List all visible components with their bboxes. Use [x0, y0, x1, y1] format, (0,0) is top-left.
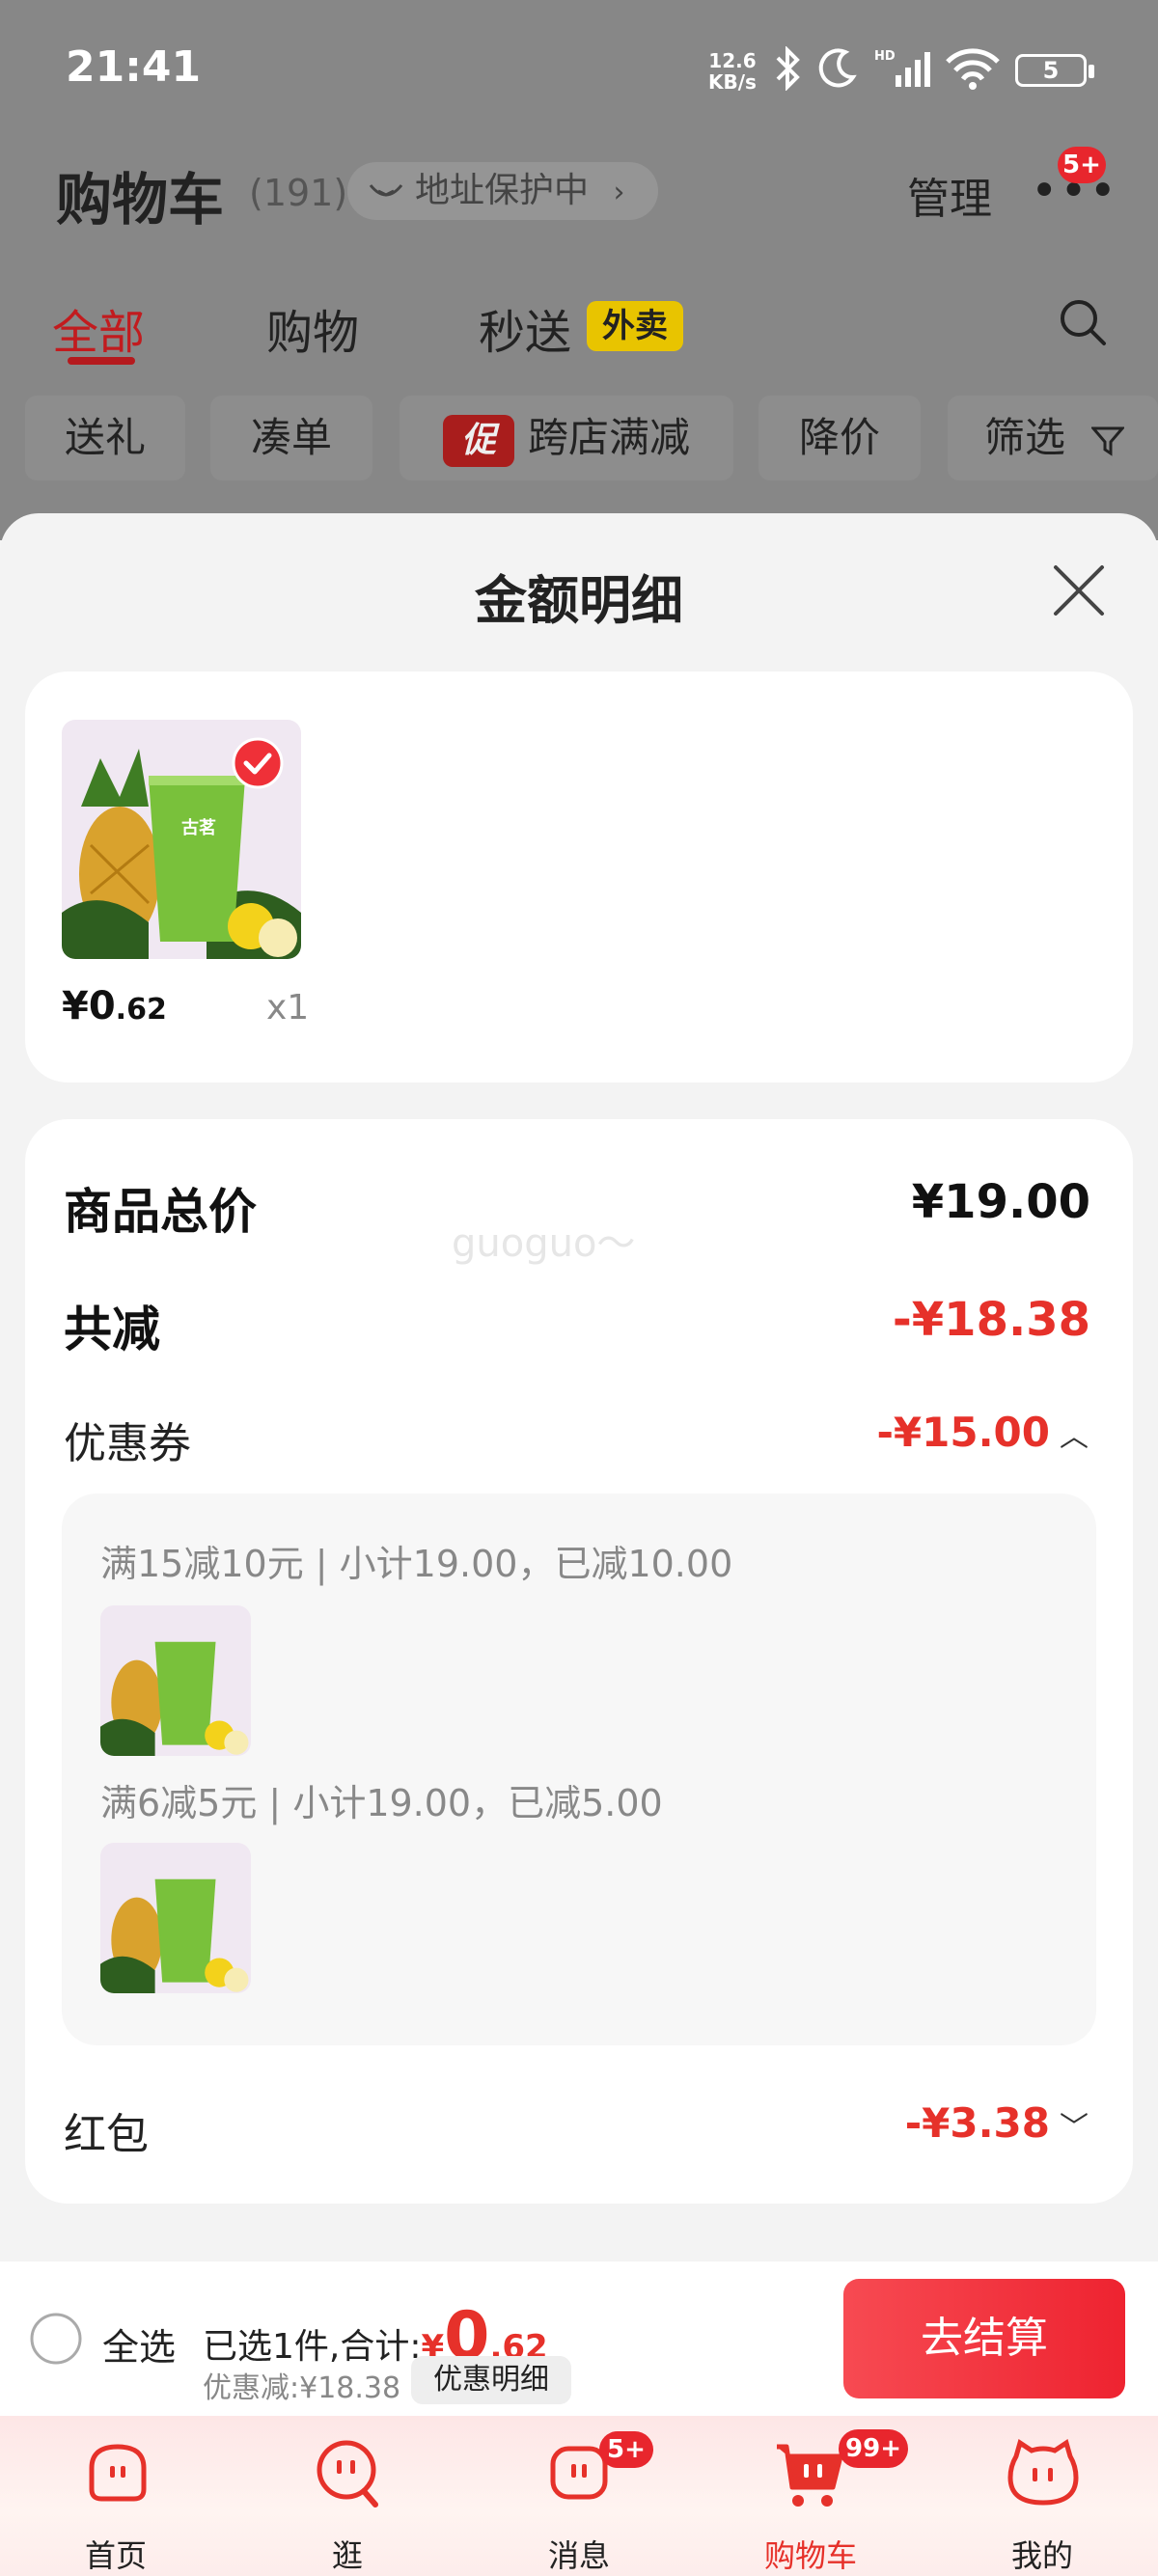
coupon-product-thumbnail — [100, 1605, 251, 1756]
chip-cross-store-discount[interactable]: 促跨店满减 — [400, 396, 733, 480]
wifi-icon — [946, 48, 1000, 90]
total-price-value: ¥19.00 — [911, 1175, 1090, 1229]
status-time: 21:41 — [66, 42, 202, 92]
promo-tag: 促 — [442, 414, 514, 467]
svg-text:古茗: 古茗 — [181, 817, 216, 838]
select-all-label[interactable]: 全选 — [102, 2317, 176, 2370]
tab-instant[interactable]: 秒送 — [479, 294, 571, 362]
chevron-up-icon: ︿ — [1060, 1420, 1089, 1454]
red-packet-label: 红包 — [64, 2110, 149, 2159]
browse-icon — [317, 2440, 378, 2507]
watermark: guoguo～ — [452, 1221, 636, 1266]
tab-shopping[interactable]: 购物 — [266, 294, 359, 362]
chip-filter[interactable]: 筛选 — [948, 396, 1158, 480]
search-icon[interactable] — [1058, 297, 1108, 347]
cart-icon — [777, 2444, 843, 2507]
cart-count: (191) — [249, 172, 348, 214]
coupon-product-thumbnail — [100, 1843, 251, 1993]
coupon-value: -¥15.00 — [876, 1409, 1050, 1456]
product-price: ¥0.62 — [62, 984, 167, 1028]
coupon-rule-1: 满15减10元 | 小计19.00，已减10.00 — [100, 1543, 733, 1585]
cart-badge: 99+ — [839, 2429, 908, 2468]
moon-icon — [818, 48, 857, 88]
nav-home-label: 首页 — [84, 2537, 147, 2574]
total-price-label: 商品总价 — [64, 1184, 257, 1240]
nav-browse-label: 逛 — [331, 2537, 363, 2574]
chip-filter-label: 筛选 — [984, 414, 1066, 461]
total-reduction-value: -¥18.38 — [892, 1293, 1090, 1347]
bluetooth-icon — [776, 46, 800, 91]
net-speed: 12.6 KB/s — [708, 49, 757, 94]
shield-icon — [369, 184, 403, 197]
nav-profile-label: 我的 — [1010, 2537, 1073, 2574]
red-packet-toggle[interactable]: -¥3.38 ﹀ — [905, 2099, 1089, 2147]
battery-indicator: 5 — [1015, 54, 1094, 87]
home-icon — [89, 2444, 147, 2502]
close-icon[interactable] — [1052, 563, 1106, 617]
page-title: 购物车 — [56, 167, 225, 233]
chip-price-drop[interactable]: 降价 — [758, 396, 921, 480]
drink-image — [100, 1843, 251, 1993]
red-packet-value: -¥3.38 — [904, 2099, 1050, 2147]
filter-icon — [1090, 426, 1126, 456]
chip-cross-store-label: 跨店满减 — [527, 414, 690, 461]
chip-bundle[interactable]: 凑单 — [210, 396, 372, 480]
profile-icon — [1007, 2439, 1079, 2506]
nav-cart-label: 购物车 — [763, 2537, 857, 2574]
takeout-tag: 外卖 — [587, 301, 683, 351]
manage-button[interactable]: 管理 — [907, 164, 992, 226]
coupon-toggle[interactable]: -¥15.00 ︿ — [876, 1409, 1089, 1456]
total-reduction-label: 共减 — [64, 1302, 160, 1357]
checked-icon[interactable] — [232, 737, 284, 789]
svg-text:HD: HD — [874, 49, 896, 64]
discount-detail-button[interactable]: 优惠明细 — [411, 2356, 571, 2404]
discount-summary: 优惠减:¥18.38 — [203, 2371, 401, 2405]
chevron-down-icon: ﹀ — [1060, 2111, 1089, 2145]
chevron-right-icon: › — [613, 176, 625, 209]
sheet-title: 金额明细 — [475, 570, 683, 631]
coupon-rule-2: 满6减5元 | 小计19.00，已减5.00 — [100, 1782, 663, 1824]
signal-icon: HD — [874, 49, 930, 87]
coupon-label: 优惠券 — [64, 1419, 191, 1468]
select-all-checkbox[interactable] — [29, 2312, 83, 2366]
nav-messages-label: 消息 — [547, 2537, 610, 2574]
drink-image — [100, 1605, 251, 1756]
chip-gift[interactable]: 送礼 — [25, 396, 185, 480]
checkout-button[interactable]: 去结算 — [843, 2279, 1125, 2398]
tab-all[interactable]: 全部 — [52, 294, 145, 362]
status-bar: 21:41 12.6 KB/s HD 5 — [0, 0, 1158, 135]
tab-active-indicator — [68, 357, 135, 365]
product-quantity: x1 — [266, 988, 310, 1028]
address-protection-label: 地址保护中 — [415, 171, 590, 210]
messages-badge: 5+ — [599, 2431, 653, 2468]
notification-badge: 5+ — [1058, 147, 1106, 183]
address-protection-badge[interactable]: 地址保护中 › — [347, 162, 658, 220]
